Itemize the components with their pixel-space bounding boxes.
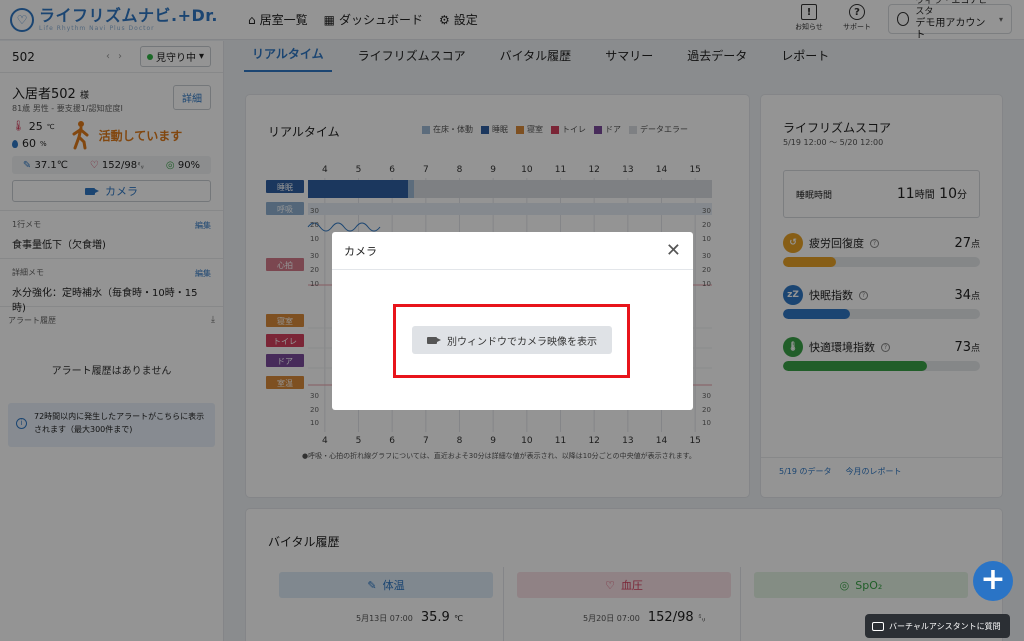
camera-icon <box>427 336 441 344</box>
open-camera-window-button[interactable]: 別ウィンドウでカメラ映像を表示 <box>412 326 612 354</box>
modal-title: カメラ <box>344 244 377 258</box>
assistant-label: バーチャルアシスタントに質問 <box>889 621 1001 631</box>
open-camera-window-label: 別ウィンドウでカメラ映像を表示 <box>447 336 597 348</box>
close-icon[interactable]: ✕ <box>666 241 681 260</box>
virtual-assistant-button[interactable]: バーチャルアシスタントに質問 <box>865 614 1010 638</box>
camera-modal: カメラ ✕ 別ウィンドウでカメラ映像を表示 <box>332 232 693 410</box>
add-fab-button[interactable]: + <box>973 561 1013 601</box>
robot-icon <box>872 621 884 631</box>
